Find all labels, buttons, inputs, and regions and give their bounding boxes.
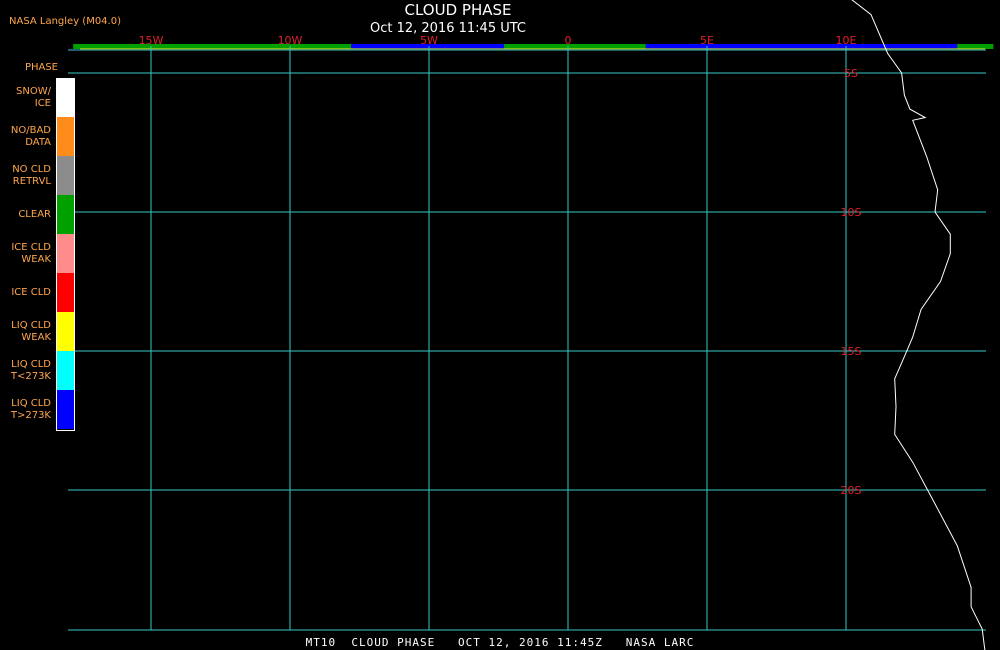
- legend-label: NO CLD RETRVL: [12, 163, 51, 187]
- legend-item-liquid-cloud-cold: LIQ CLD T<273K: [0, 351, 76, 390]
- legend-label: SNOW/ ICE: [16, 85, 51, 109]
- page-title: CLOUD PHASE: [404, 1, 512, 19]
- legend-swatch: [57, 390, 74, 429]
- grid-labels: 15W 10W 5W 0 5E 10E5S10S15S20S: [139, 34, 862, 497]
- legend-swatch: [57, 156, 74, 195]
- legend-swatch: [57, 117, 74, 156]
- legend-item-no-cloud-retrieval: NO CLD RETRVL: [0, 156, 76, 195]
- legend-swatch: [57, 78, 74, 117]
- legend-item-snow-ice: SNOW/ ICE: [0, 78, 76, 117]
- legend-label: LIQ CLD WEAK: [11, 319, 51, 343]
- latitude-label: 20S: [841, 484, 862, 497]
- legend-item-clear: CLEAR: [0, 195, 76, 234]
- legend-label: ICE CLD: [11, 286, 51, 298]
- coastline: [851, 0, 986, 650]
- legend-item-ice-cloud: ICE CLD: [0, 273, 76, 312]
- legend-item-ice-cloud-weak: ICE CLD WEAK: [0, 234, 76, 273]
- latitude-label: 5S: [844, 67, 858, 80]
- legend-swatch: [57, 273, 74, 312]
- lat-lon-grid: [68, 46, 986, 631]
- legend-label: NO/BAD DATA: [10, 124, 51, 148]
- legend-item-liquid-cloud-warm: LIQ CLD T>273K: [0, 390, 76, 429]
- legend-swatch: [57, 195, 74, 234]
- timestamp-subtitle: Oct 12, 2016 11:45 UTC: [370, 21, 526, 36]
- map-canvas: 15W 10W 5W 0 5E 10E5S10S15S20S: [68, 0, 994, 650]
- latitude-label: 15S: [841, 345, 862, 358]
- latitude-label: 10S: [841, 206, 862, 219]
- legend-item-liquid-cloud-weak: LIQ CLD WEAK: [0, 312, 76, 351]
- legend-label: ICE CLD WEAK: [11, 241, 51, 265]
- legend-swatch: [57, 234, 74, 273]
- legend-label: LIQ CLD T>273K: [10, 397, 51, 421]
- legend-item-no-bad-data: NO/BAD DATA: [0, 117, 76, 156]
- legend-title: PHASE: [24, 62, 58, 73]
- legend-swatch: [57, 312, 74, 351]
- legend-label: LIQ CLD T<273K: [10, 358, 51, 382]
- legend-swatch: [57, 351, 74, 390]
- legend-label: CLEAR: [18, 208, 51, 220]
- footer-caption: MT10 CLOUD PHASE OCT 12, 2016 11:45Z NAS…: [305, 636, 695, 649]
